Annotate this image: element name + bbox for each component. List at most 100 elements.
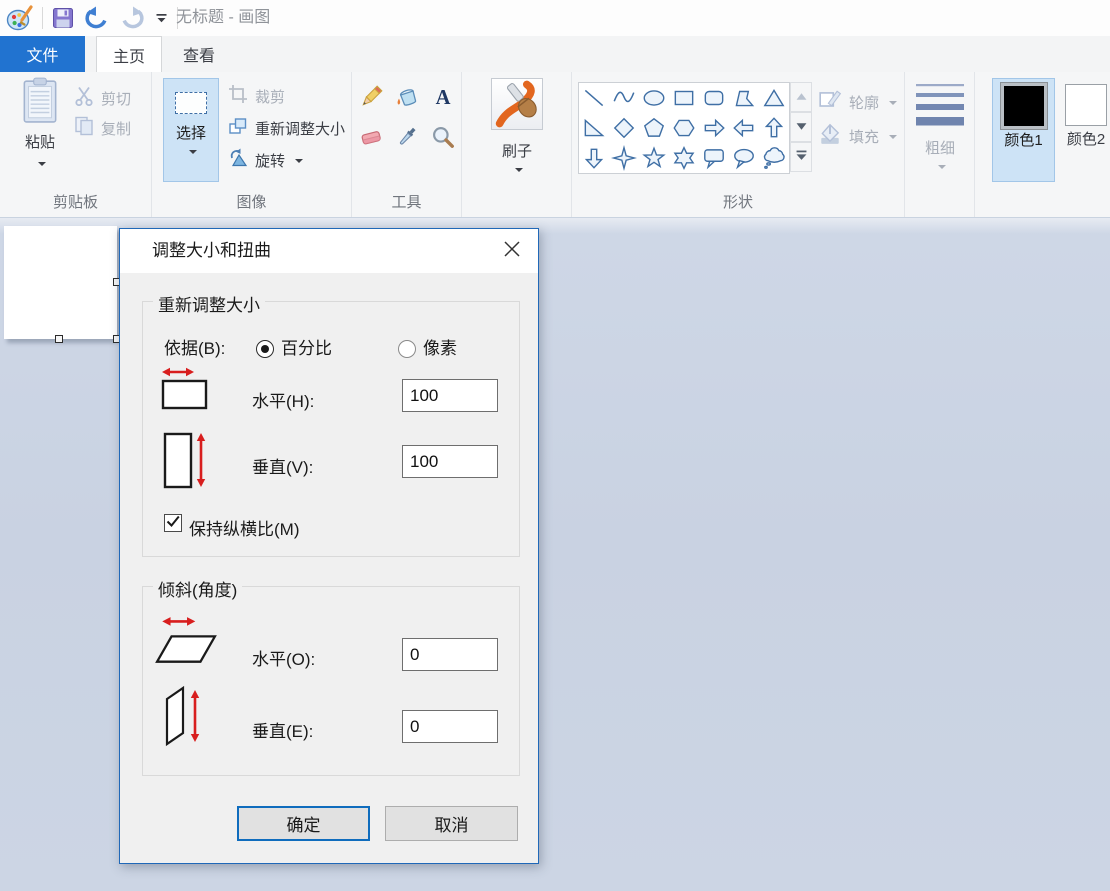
tool-text[interactable]: A	[430, 84, 456, 110]
qat-menu-icon[interactable]	[155, 12, 168, 24]
skew-groupbox-label: 倾斜(角度)	[153, 576, 242, 601]
group-brushes: 刷子	[462, 72, 572, 217]
group-label-clipboard: 剪贴板	[0, 191, 151, 212]
shape-arrow-down[interactable]	[579, 143, 609, 173]
shape-line[interactable]	[579, 83, 609, 113]
outline-button[interactable]: 轮廓	[818, 88, 897, 117]
shape-fill-dropdown-icon	[889, 135, 897, 139]
shapes-scroll-up-button[interactable]	[790, 82, 812, 112]
outline-label: 轮廓	[849, 92, 879, 113]
group-label-image: 图像	[152, 191, 351, 212]
resize-button[interactable]: 重新调整大小	[228, 116, 345, 141]
paste-icon	[21, 111, 59, 128]
shape-polygon[interactable]	[729, 83, 759, 113]
paste-dropdown-icon	[38, 162, 46, 166]
shape-arrow-right[interactable]	[699, 113, 729, 143]
quick-access-toolbar	[6, 0, 178, 36]
color1-label: 颜色1	[1004, 131, 1044, 150]
paint-logo-icon[interactable]	[6, 4, 33, 32]
tool-pencil[interactable]	[358, 84, 384, 110]
shape-arrow-left[interactable]	[729, 113, 759, 143]
skew-horizontal-label: 水平(O):	[252, 645, 315, 670]
brushes-dropdown-icon	[515, 168, 523, 172]
shapes-more-button[interactable]	[790, 142, 812, 172]
group-label-tools: 工具	[352, 191, 461, 212]
resize-horizontal-input[interactable]	[402, 379, 498, 412]
checkmark-icon	[166, 513, 180, 533]
copy-button[interactable]: 复制	[74, 116, 131, 141]
shapes-scroll-down-button[interactable]	[790, 112, 812, 142]
resize-horizontal-label: 水平(H):	[252, 387, 314, 412]
dialog-title-bar[interactable]: 调整大小和扭曲	[120, 229, 538, 273]
select-button[interactable]: 选择	[163, 78, 219, 182]
by-label: 依据(B):	[164, 334, 225, 359]
shape-ellipse[interactable]	[639, 83, 669, 113]
vertical-resize-icon	[162, 431, 210, 496]
close-icon	[503, 240, 521, 263]
shape-triangle[interactable]	[759, 83, 789, 113]
shape-fill-button[interactable]: 填充	[818, 122, 897, 151]
resize-vertical-label: 垂直(V):	[252, 453, 313, 478]
crop-button[interactable]: 裁剪	[228, 84, 285, 109]
radio-pixels-icon	[398, 340, 416, 358]
tool-eraser[interactable]	[358, 124, 384, 150]
canvas[interactable]	[4, 226, 117, 339]
group-shapes: 轮廓 填充 形状	[572, 72, 905, 217]
save-icon[interactable]	[52, 7, 74, 29]
resize-vertical-input[interactable]	[402, 445, 498, 478]
shape-star-4[interactable]	[609, 143, 639, 173]
shape-curve[interactable]	[609, 83, 639, 113]
undo-icon[interactable]	[83, 6, 110, 31]
cut-label: 剪切	[101, 88, 131, 109]
resize-skew-dialog: 调整大小和扭曲 重新调整大小 依据(B): 百分比 像素 水平(H): 垂直(V…	[119, 228, 539, 864]
rotate-icon	[228, 148, 248, 173]
horizontal-resize-icon	[160, 365, 214, 418]
brushes-button[interactable]: 刷子	[490, 78, 544, 208]
tab-view[interactable]: 查看	[168, 36, 230, 72]
copy-label: 复制	[101, 118, 131, 139]
shape-diamond[interactable]	[609, 113, 639, 143]
skew-vertical-input[interactable]	[402, 710, 498, 743]
shape-star-5[interactable]	[639, 143, 669, 173]
shape-rounded-rectangle[interactable]	[699, 83, 729, 113]
color2-button[interactable]: 颜色2	[1061, 78, 1110, 182]
tab-file[interactable]: 文件	[0, 36, 85, 72]
shape-fill-label: 填充	[849, 126, 879, 147]
resize-icon	[228, 116, 248, 141]
size-button[interactable]: 粗细	[909, 80, 971, 208]
cancel-button[interactable]: 取消	[385, 806, 518, 841]
paste-button[interactable]: 粘贴	[14, 76, 66, 192]
tool-magnifier[interactable]	[430, 124, 456, 150]
shape-arrow-up[interactable]	[759, 113, 789, 143]
rotate-button[interactable]: 旋转	[228, 148, 303, 173]
crop-icon	[228, 84, 248, 109]
shape-callout-rectangle[interactable]	[699, 143, 729, 173]
color1-button[interactable]: 颜色1	[992, 78, 1055, 182]
shape-rectangle[interactable]	[669, 83, 699, 113]
shape-hexagon[interactable]	[669, 113, 699, 143]
radio-pixels[interactable]: 像素	[398, 334, 457, 359]
ok-button[interactable]: 确定	[237, 806, 370, 841]
shape-callout-cloud[interactable]	[759, 143, 789, 173]
tool-fill[interactable]	[394, 84, 420, 110]
ribbon-tab-row: 文件 主页 查看	[0, 36, 1110, 72]
canvas-resize-handle-bottom[interactable]	[55, 335, 63, 343]
group-image: 选择 裁剪 重新调整大小 旋转 图像	[152, 72, 352, 217]
skew-horizontal-input[interactable]	[402, 638, 498, 671]
shape-star-6[interactable]	[669, 143, 699, 173]
outline-dropdown-icon	[889, 101, 897, 105]
shape-callout-oval[interactable]	[729, 143, 759, 173]
radio-percent[interactable]: 百分比	[256, 334, 332, 359]
redo-icon[interactable]	[119, 6, 146, 31]
more-shapes-icon	[796, 148, 807, 166]
tab-home[interactable]: 主页	[96, 36, 162, 72]
window-title: 无标题 - 画图	[176, 0, 270, 36]
cut-button[interactable]: 剪切	[74, 86, 131, 111]
group-label-shapes: 形状	[572, 191, 904, 212]
dialog-close-button[interactable]	[496, 237, 528, 265]
shape-pentagon[interactable]	[639, 113, 669, 143]
maintain-aspect-checkbox[interactable]	[164, 514, 182, 532]
tool-eyedropper[interactable]	[394, 124, 420, 150]
shape-right-triangle[interactable]	[579, 113, 609, 143]
paint-window: 无标题 - 画图 文件 主页 查看 粘贴 剪切 复制 剪贴板	[0, 0, 1110, 891]
